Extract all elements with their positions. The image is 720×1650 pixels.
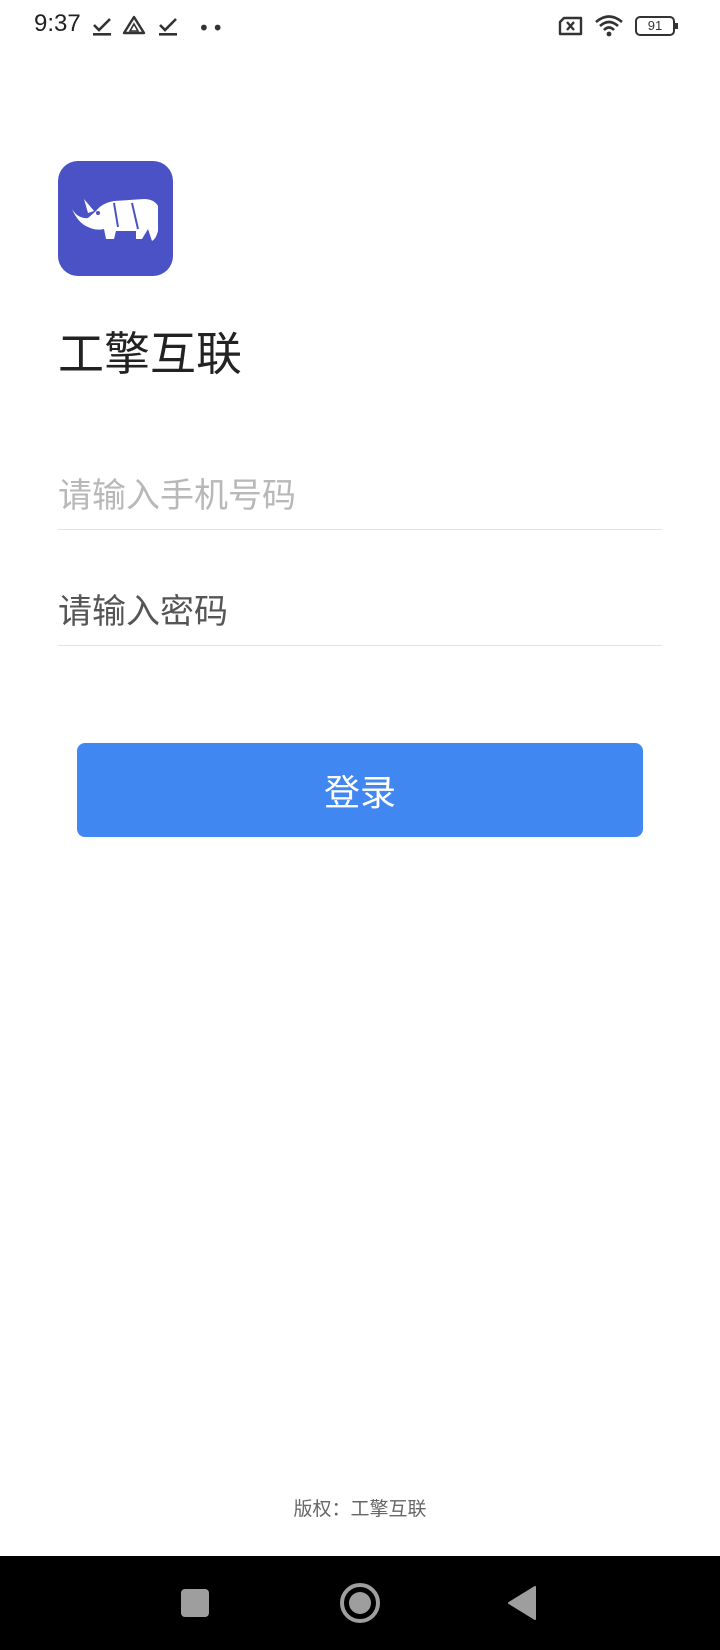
phone-input[interactable] — [58, 450, 662, 529]
app-logo — [58, 161, 173, 276]
check-download-icon — [159, 18, 177, 36]
status-bar: 9:37 •• 91 — [0, 0, 720, 56]
login-button[interactable]: 登录 — [77, 743, 643, 837]
battery-level: 91 — [647, 18, 663, 33]
battery-icon: 91 — [635, 15, 679, 37]
password-input[interactable] — [58, 566, 662, 645]
home-circle-icon — [340, 1583, 380, 1623]
password-field — [58, 566, 662, 646]
no-sim-icon — [558, 16, 583, 36]
phone-field — [58, 450, 662, 530]
recents-square-icon — [181, 1589, 209, 1617]
status-time: 9:37 — [34, 10, 81, 37]
home-button[interactable] — [320, 1556, 400, 1650]
rhino-logo-icon — [72, 199, 158, 241]
back-button[interactable] — [483, 1556, 563, 1650]
wifi-icon — [595, 15, 623, 37]
app-title: 工擎互联 — [58, 327, 242, 381]
more-dots-icon: •• — [198, 16, 226, 40]
navigation-bar — [0, 1556, 720, 1650]
drive-icon — [122, 15, 146, 35]
copyright-text: 版权：工擎互联 — [293, 1498, 427, 1520]
back-triangle-icon — [508, 1586, 536, 1620]
check-download-icon — [93, 18, 111, 36]
recents-button[interactable] — [155, 1556, 235, 1650]
